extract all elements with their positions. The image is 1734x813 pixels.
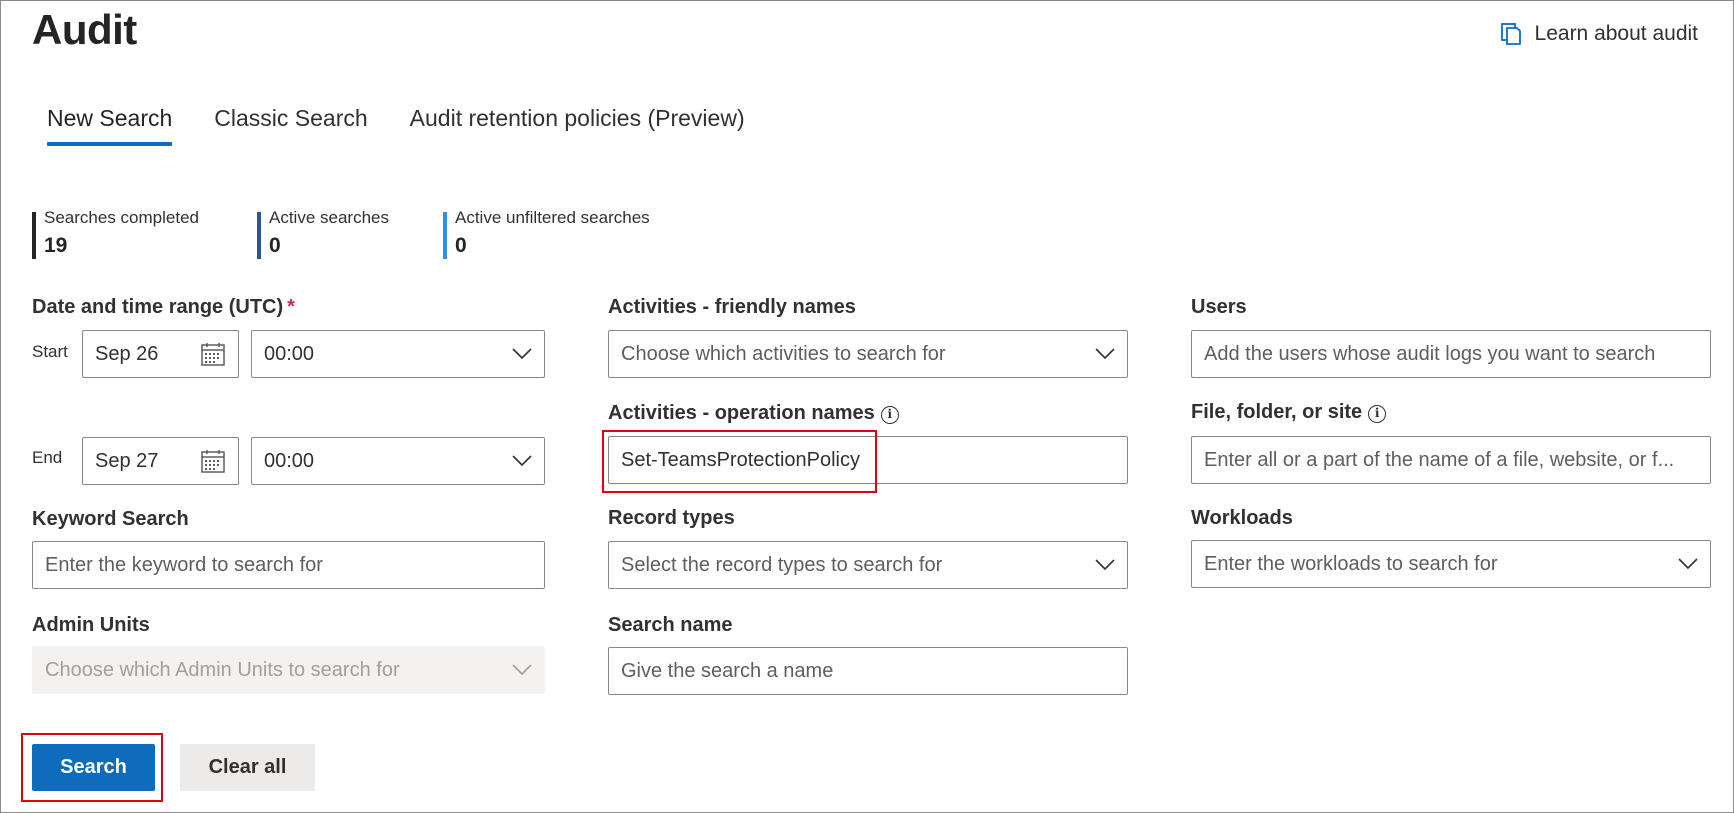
chevron-down-icon <box>512 348 532 360</box>
keyword-search-placeholder: Enter the keyword to search for <box>45 553 323 576</box>
end-date-picker[interactable]: Sep 27 <box>82 437 239 485</box>
chevron-down-icon <box>512 455 532 467</box>
calendar-icon[interactable] <box>200 341 226 367</box>
tab-new-search[interactable]: New Search <box>47 105 173 146</box>
activities-friendly-label: Activities - friendly names <box>608 296 856 318</box>
page-title: Audit <box>32 6 137 53</box>
tab-audit-retention-policies[interactable]: Audit retention policies (Preview) <box>410 105 745 146</box>
learn-about-audit-link[interactable]: Learn about audit <box>1499 22 1698 46</box>
tab-bar: New Search Classic Search Audit retentio… <box>47 105 745 146</box>
chevron-down-icon <box>1678 558 1698 570</box>
admin-units-placeholder: Choose which Admin Units to search for <box>45 658 400 681</box>
keyword-search-label: Keyword Search <box>32 508 189 530</box>
stat-label: Searches completed <box>44 208 199 227</box>
start-time-value: 00:00 <box>264 342 315 365</box>
record-types-label: Record types <box>608 507 735 529</box>
highlight-box-search <box>21 733 163 802</box>
highlight-box-operation <box>602 430 877 493</box>
record-types-dropdown[interactable]: Select the record types to search for <box>608 541 1128 589</box>
admin-units-label: Admin Units <box>32 614 150 636</box>
activities-operation-label-text: Activities - operation names <box>608 402 875 424</box>
users-label: Users <box>1191 296 1247 318</box>
learn-about-audit-label: Learn about audit <box>1534 22 1698 45</box>
file-folder-input[interactable]: Enter all or a part of the name of a fil… <box>1191 436 1711 484</box>
workloads-placeholder: Enter the workloads to search for <box>1204 552 1498 575</box>
document-copy-icon <box>1500 23 1521 45</box>
end-time-value: 00:00 <box>264 449 315 472</box>
stat-label: Active searches <box>269 208 389 227</box>
file-folder-placeholder: Enter all or a part of the name of a fil… <box>1204 448 1675 471</box>
start-date-picker[interactable]: Sep 26 <box>82 330 239 378</box>
chevron-down-icon <box>1095 559 1115 571</box>
activities-operation-label: Activities - operation names i <box>608 402 899 425</box>
search-name-placeholder: Give the search a name <box>621 659 834 682</box>
file-folder-label: File, folder, or site i <box>1191 401 1387 424</box>
activities-friendly-placeholder: Choose which activities to search for <box>621 342 946 365</box>
keyword-search-input[interactable]: Enter the keyword to search for <box>32 541 545 589</box>
activities-friendly-dropdown[interactable]: Choose which activities to search for <box>608 330 1128 378</box>
calendar-icon[interactable] <box>200 448 226 474</box>
stat-bar <box>443 212 447 259</box>
end-date-value: Sep 27 <box>95 449 159 472</box>
date-range-label-text: Date and time range (UTC) <box>32 296 284 318</box>
stat-value: 19 <box>44 234 68 257</box>
stat-searches-completed: Searches completed 19 <box>32 208 199 260</box>
date-range-label: Date and time range (UTC) * <box>32 296 295 319</box>
stat-value: 0 <box>455 234 467 257</box>
stat-active-searches: Active searches 0 <box>257 208 389 260</box>
start-label: Start <box>32 342 68 361</box>
stat-label: Active unfiltered searches <box>455 208 650 227</box>
tab-classic-search[interactable]: Classic Search <box>214 105 367 146</box>
stat-value: 0 <box>269 234 281 257</box>
search-name-input[interactable]: Give the search a name <box>608 647 1128 695</box>
stat-active-unfiltered-searches: Active unfiltered searches 0 <box>443 208 650 260</box>
workloads-label: Workloads <box>1191 507 1293 529</box>
users-placeholder: Add the users whose audit logs you want … <box>1204 342 1656 365</box>
chevron-down-icon <box>512 664 532 676</box>
start-time-dropdown[interactable]: 00:00 <box>251 330 545 378</box>
search-name-label: Search name <box>608 614 733 636</box>
end-label: End <box>32 448 63 467</box>
workloads-dropdown[interactable]: Enter the workloads to search for <box>1191 540 1711 588</box>
start-date-value: Sep 26 <box>95 342 159 365</box>
stat-bar <box>257 212 261 259</box>
admin-units-dropdown: Choose which Admin Units to search for <box>32 646 545 694</box>
required-mark: * <box>287 296 295 318</box>
chevron-down-icon <box>1095 348 1115 360</box>
info-icon[interactable]: i <box>1368 405 1387 423</box>
file-folder-label-text: File, folder, or site <box>1191 401 1363 423</box>
stat-bar <box>32 212 36 259</box>
clear-all-button[interactable]: Clear all <box>180 744 315 791</box>
users-input[interactable]: Add the users whose audit logs you want … <box>1191 330 1711 378</box>
info-icon[interactable]: i <box>880 406 899 424</box>
record-types-placeholder: Select the record types to search for <box>621 553 943 576</box>
end-time-dropdown[interactable]: 00:00 <box>251 437 545 485</box>
